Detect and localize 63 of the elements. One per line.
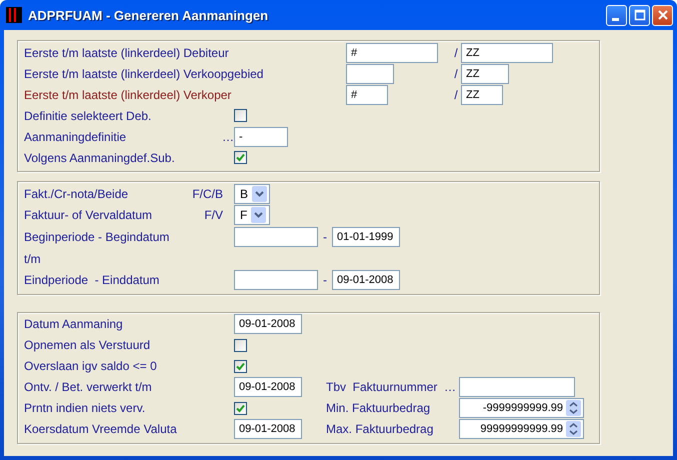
input-field[interactable]: # (346, 42, 438, 62)
input-field[interactable] (234, 270, 318, 290)
maximize-icon (634, 9, 646, 21)
lookup-dots[interactable]: … (444, 380, 459, 394)
field-label: Eerste t/m laatste (linkerdeel) Debiteur (24, 46, 230, 60)
date-field[interactable]: 01-01-1999 (332, 226, 400, 247)
field-label: Ontv. / Bet. verwerkt t/m (24, 380, 153, 394)
field-label: Min. Faktuurbedrag (326, 401, 432, 416)
date-field[interactable]: 09-01-2008 (234, 314, 302, 334)
date-field[interactable]: 09-01-2008 (234, 377, 302, 398)
field-label: Datum Aanmaning (24, 317, 124, 332)
field-label: Opnemen als Verstuurd (24, 338, 152, 352)
input-field[interactable] (346, 64, 394, 84)
field-label: Prntn indien niets verv. (24, 401, 146, 416)
field-label: Overslaan igv saldo <= 0 (24, 359, 158, 374)
code-hint: F/V (203, 208, 224, 222)
field-label: Fakt./Cr-nota/Beide (24, 186, 130, 201)
field-label: Eerste t/m laatste (linkerdeel) Verkoopgebied (24, 66, 264, 80)
input-field[interactable]: ZZ (461, 84, 503, 104)
checkbox[interactable] (234, 151, 247, 164)
input-field[interactable]: - (234, 126, 288, 146)
window-title: ADPRFUAM - Genereren Aanmaningen (28, 8, 270, 22)
close-icon (656, 9, 668, 21)
field-label: Beginperiode - Begindatum (24, 230, 170, 244)
minimize-icon (612, 18, 618, 20)
input-field[interactable]: ZZ (461, 64, 509, 84)
dropdown[interactable]: B (234, 184, 270, 204)
field-label: Definitie selekteert Deb. (24, 108, 152, 122)
field-label: Eindperiode - Einddatum (24, 273, 160, 288)
field-label: Koersdatum Vreemde Valuta (24, 422, 178, 436)
input-field[interactable]: # (346, 84, 388, 104)
minimize-button[interactable] (606, 4, 627, 26)
input-field[interactable] (459, 377, 575, 398)
separator-dash: - (322, 273, 328, 288)
spinner-arrows-icon[interactable] (566, 400, 581, 416)
code-hint: F/C/B (191, 186, 224, 201)
field-label: Volgens Aanmaningdef.Sub. (24, 150, 176, 164)
maximize-button[interactable] (629, 4, 650, 26)
spinner-arrows-icon[interactable] (566, 421, 581, 438)
date-field[interactable]: 09-01-2008 (234, 419, 302, 440)
checkbox[interactable] (234, 338, 247, 352)
field-label: Eerste t/m laatste (linkerdeel) Verkoper (24, 88, 232, 102)
input-field[interactable] (234, 226, 318, 247)
field-label: Aanmaningdefinitie (24, 130, 128, 144)
lookup-dots[interactable]: … (222, 130, 234, 144)
number-spinner[interactable]: 99999999999.99 (459, 419, 584, 440)
field-label: Faktuur- of Vervaldatum (24, 208, 154, 222)
close-button[interactable] (652, 4, 673, 26)
separator-slash: / (453, 66, 459, 80)
field-label: Tbv Faktuurnummer (326, 380, 438, 394)
app-icon (6, 7, 22, 23)
date-field[interactable]: 09-01-2008 (332, 270, 400, 290)
dropdown[interactable]: F (234, 205, 270, 226)
checkbox[interactable] (234, 109, 247, 122)
field-label: t/m (24, 252, 42, 266)
checkbox[interactable] (234, 402, 247, 415)
field-label: Max. Faktuurbedrag (326, 422, 434, 436)
separator-dash: - (322, 230, 328, 244)
number-spinner[interactable]: -9999999999.99 (459, 398, 584, 418)
checkbox[interactable] (234, 360, 247, 373)
separator-slash: / (453, 88, 459, 102)
input-field[interactable]: ZZ (461, 42, 553, 62)
separator-slash: / (453, 46, 459, 60)
